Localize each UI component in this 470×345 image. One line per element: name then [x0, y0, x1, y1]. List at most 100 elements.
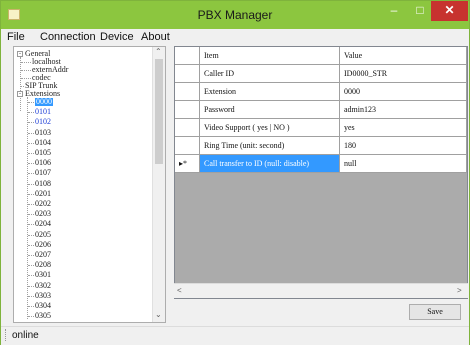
row-header[interactable] — [175, 83, 200, 101]
tree-node-extension[interactable]: 0103 — [35, 128, 51, 137]
scroll-up-icon[interactable]: ⌃ — [155, 47, 162, 56]
title-bar[interactable]: PBX Manager – □ ✕ — [1, 1, 469, 29]
tree-guide-line — [28, 234, 34, 236]
tree-guide-line — [28, 142, 34, 144]
tree-node-extension[interactable]: 0305 — [35, 312, 51, 320]
grid-row[interactable]: Caller ID ID0000_STR — [175, 65, 467, 83]
grid-horizontal-scrollbar[interactable]: < > — [174, 283, 468, 298]
tree-node-extension[interactable]: 0205 — [35, 230, 51, 239]
tree-node-extension[interactable]: 0107 — [35, 169, 51, 177]
tree-scrollbar[interactable]: ⌃ ⌄ — [152, 47, 165, 322]
tree-node-extension[interactable]: 0101 — [35, 108, 51, 116]
tree-node-extension[interactable]: 0106 — [35, 159, 51, 167]
column-header-item[interactable]: Item — [200, 47, 340, 65]
grid-cell-value[interactable]: yes — [340, 119, 467, 137]
maximize-button[interactable]: □ — [407, 1, 433, 21]
grid-row[interactable]: Extension 0000 — [175, 83, 467, 101]
row-header[interactable] — [175, 65, 200, 83]
menu-connection[interactable]: Connection — [40, 29, 96, 45]
status-bar: online — [1, 326, 469, 345]
row-header[interactable] — [175, 101, 200, 119]
tree-guide-line — [28, 224, 34, 226]
row-header[interactable] — [175, 119, 200, 137]
menu-about[interactable]: About — [141, 29, 170, 45]
grid-cell-item[interactable]: Video Support ( yes | NO ) — [200, 119, 340, 137]
tree-node-extension[interactable]: 0204 — [35, 220, 51, 228]
tree-guide-line — [28, 183, 34, 185]
grid-cell-item[interactable]: Password — [200, 101, 340, 119]
status-grip-icon — [5, 329, 8, 341]
grid-row[interactable]: Ring Time (unit: second) 180 — [175, 137, 467, 155]
menu-device[interactable]: Device — [100, 29, 134, 45]
tree-node-extension[interactable]: 0302 — [35, 281, 51, 290]
tree-guide-line — [28, 173, 34, 175]
grid-header-row: Item Value — [175, 47, 467, 65]
tree-guide-line — [28, 244, 34, 246]
tree-guide-line — [28, 204, 34, 205]
tree-node-extension[interactable]: 0105 — [35, 149, 51, 157]
grid-cell-value[interactable]: ID0000_STR — [340, 65, 467, 83]
tree-node-extension[interactable]: 0000 — [35, 98, 53, 106]
tree-guide-line — [28, 153, 34, 154]
grid-cell-value[interactable]: 180 — [340, 137, 467, 155]
tree-node-extension[interactable]: 0102 — [35, 118, 51, 126]
tree-guide-line — [20, 57, 21, 111]
tree-node-extension[interactable]: 0207 — [35, 251, 51, 259]
grid-cell-item[interactable]: Caller ID — [200, 65, 340, 83]
scroll-down-icon[interactable]: ⌄ — [155, 310, 162, 319]
tree-guide-line — [28, 193, 34, 195]
row-header[interactable] — [175, 137, 200, 155]
grid-cell-value[interactable]: 0000 — [340, 83, 467, 101]
minimize-button[interactable]: – — [381, 1, 407, 21]
grid-cell-item[interactable]: Extension — [200, 83, 340, 101]
row-header[interactable]: ▸* — [175, 155, 200, 173]
app-window: PBX Manager – □ ✕ File Connection Device… — [0, 0, 470, 345]
device-tree[interactable]: - General localhost externAddr codec SIP… — [13, 46, 166, 323]
tree-guide-line — [28, 306, 34, 307]
tree-guide-line — [28, 214, 34, 216]
tree-guide-line — [28, 275, 34, 277]
tree-guide-line — [28, 132, 34, 134]
tree-node-extension[interactable]: 0301 — [35, 271, 51, 279]
tree-guide-line — [28, 102, 34, 103]
tree-guide-line — [21, 78, 31, 79]
collapse-extensions-icon[interactable]: - — [17, 91, 23, 97]
tree-node-extension[interactable]: 0202 — [35, 200, 51, 208]
scroll-right-icon[interactable]: > — [457, 286, 462, 295]
tree-guide-line — [28, 112, 34, 114]
tree-guide-line — [28, 316, 34, 318]
tree-guide-line — [28, 122, 34, 124]
grid-cell-value[interactable]: null — [340, 155, 467, 173]
grid-cell-value[interactable]: admin123 — [340, 101, 467, 119]
tree-guide-line — [28, 265, 34, 267]
tree-scroll-thumb[interactable] — [155, 59, 163, 164]
grid-cell-item[interactable]: Call transfer to ID (null: disable) — [200, 155, 340, 173]
status-text: online — [12, 330, 39, 341]
close-button[interactable]: ✕ — [431, 1, 468, 21]
tree-node-extension[interactable]: 0304 — [35, 302, 51, 310]
menu-bar: File Connection Device About — [1, 29, 469, 45]
tree-guide-line — [28, 255, 34, 256]
tree-guide-line — [21, 62, 31, 63]
grid-row[interactable]: Video Support ( yes | NO ) yes — [175, 119, 467, 137]
tree-node-extension[interactable]: 0108 — [35, 179, 51, 188]
menu-file[interactable]: File — [7, 29, 25, 45]
tree-guide-line — [28, 295, 34, 297]
scroll-left-icon[interactable]: < — [177, 286, 182, 295]
column-header-value[interactable]: Value — [340, 47, 467, 65]
tree-node-extension[interactable]: 0201 — [35, 189, 51, 198]
tree-node-extension[interactable]: 0208 — [35, 261, 51, 269]
tree-node-extension[interactable]: 0203 — [35, 210, 51, 218]
grid-cell-item[interactable]: Ring Time (unit: second) — [200, 137, 340, 155]
grid-row[interactable]: Password admin123 — [175, 101, 467, 119]
row-header-corner — [175, 47, 200, 65]
grid-row[interactable]: ▸* Call transfer to ID (null: disable) nul… — [175, 155, 467, 173]
save-button[interactable]: Save — [409, 304, 461, 320]
settings-grid[interactable]: Item Value Caller ID ID0000_STR Extension 0… — [174, 46, 468, 299]
tree-guide-line — [21, 70, 31, 71]
tree-node-extension[interactable]: 0104 — [35, 138, 51, 147]
tree-guide-line — [28, 285, 34, 287]
tree-node-extension[interactable]: 0206 — [35, 240, 51, 249]
tree-guide-line — [28, 163, 34, 165]
tree-node-extension[interactable]: 0303 — [35, 291, 51, 300]
